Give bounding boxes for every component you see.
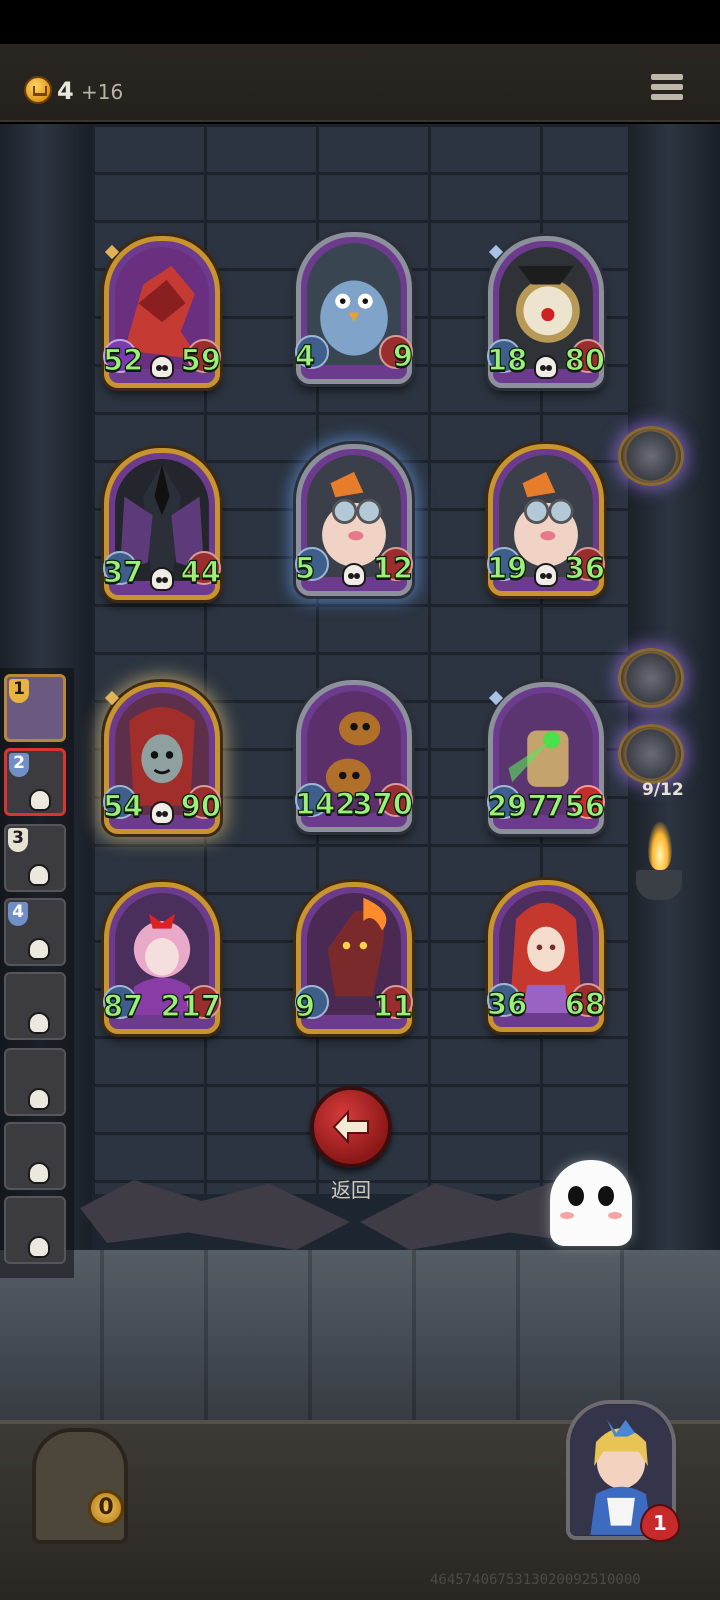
minion-card[interactable]: 52 59 [102,236,222,388]
treasure-chest-button[interactable]: 0 [8,1418,150,1550]
attack-value: 5 [294,550,316,585]
attack-value: 54 [102,788,144,823]
skull-icon [342,563,366,587]
rail-slot[interactable]: 3 [4,824,66,892]
rail-slot[interactable]: 4 [4,898,66,966]
menu-icon [651,74,683,80]
rail-rank-badge: 1 [9,679,29,703]
rail-rank-badge: 4 [8,902,28,926]
minion-card[interactable]: 54 90 [102,682,222,834]
health-value: 80 [564,342,606,377]
build-id: 4645740675313020092510000 [430,1572,641,1588]
minion-card[interactable]: 19 36 [486,444,606,596]
torch-flame-icon [648,822,672,870]
attack-value: 18 [486,342,528,377]
hero-lives-heart: 1 [640,1504,680,1542]
health-value: 12 [372,550,414,585]
skull-icon [150,355,174,379]
chest-icon [32,1428,128,1544]
attack-value: 37 [102,554,144,589]
rail-slot[interactable] [4,972,66,1040]
attack-value: 19 [486,550,528,585]
skull-icon [150,567,174,591]
opponent-rail: 1 2 3 4 [0,668,74,1278]
skull-icon [28,1236,50,1258]
back-label: 返回 [331,1178,371,1202]
attack-value: 142 [294,786,356,821]
health-value: 9 [392,338,413,373]
coin-count: 4 [57,77,74,105]
top-bar: 4 +16 [0,44,720,122]
skull-icon [534,563,558,587]
rail-slot-selected[interactable]: 2 [4,748,66,816]
health-value: 370 [352,786,414,821]
ghost-eye [568,1186,584,1206]
ghost-cheek [608,1212,622,1219]
menu-button[interactable] [651,74,683,108]
watch-count: 9/12 [642,780,684,800]
health-value: 59 [180,342,222,377]
attack-value: 9 [294,988,316,1023]
torch-holder [636,870,682,900]
ghost-cheek [560,1212,574,1219]
status-bar [0,0,720,44]
health-value: 36 [564,550,606,585]
minion-card[interactable]: 297 756 [486,682,606,834]
attack-value: 4 [294,338,316,373]
pocket-watch-icon[interactable] [618,426,684,486]
rail-slot[interactable] [4,1048,66,1116]
rail-rank-badge: 3 [8,828,28,852]
skull-icon [28,1162,50,1184]
pocket-watch-icon[interactable] [618,724,684,784]
attack-value: 297 [486,788,548,823]
crown-coin-icon [24,76,52,104]
minion-card[interactable]: 36 68 [486,880,606,1032]
skull-icon [28,1088,50,1110]
health-value: 90 [180,788,222,823]
ghost-eye [598,1186,614,1206]
skull-icon [534,355,558,379]
skull-icon [28,938,50,960]
skull-icon [28,1012,50,1034]
minion-card[interactable]: 87 217 [102,882,222,1034]
health-value: 68 [564,986,606,1021]
attack-value: 87 [102,988,144,1023]
chest-count: 0 [88,1490,124,1526]
rail-slot-current[interactable]: 1 [4,674,66,742]
health-value: 11 [372,988,414,1023]
skull-icon [29,789,51,811]
attack-value: 52 [102,342,144,377]
skull-icon [150,801,174,825]
ghost-mascot[interactable] [550,1160,632,1246]
menu-icon-bar [651,94,683,100]
minion-card[interactable]: 9 11 [294,882,414,1034]
minion-card[interactable]: 18 80 [486,236,606,388]
coin-bonus: +16 [81,80,124,104]
skull-icon [28,864,50,886]
pocket-watch-icon[interactable] [618,648,684,708]
left-arrow-icon [332,1109,369,1145]
rail-slot[interactable] [4,1196,66,1264]
minion-card[interactable]: 5 12 [294,444,414,596]
rail-slot[interactable] [4,1122,66,1190]
minion-card[interactable]: 142 370 [294,680,414,832]
menu-icon-bar [651,84,683,90]
back-button[interactable] [310,1086,392,1168]
rail-rank-badge: 2 [9,753,29,777]
attack-value: 36 [486,986,528,1021]
minion-card[interactable]: 37 44 [102,448,222,600]
health-value: 756 [544,788,606,823]
minion-card[interactable]: 4 9 [294,232,414,384]
health-value: 44 [180,554,222,589]
health-value: 217 [160,988,222,1023]
